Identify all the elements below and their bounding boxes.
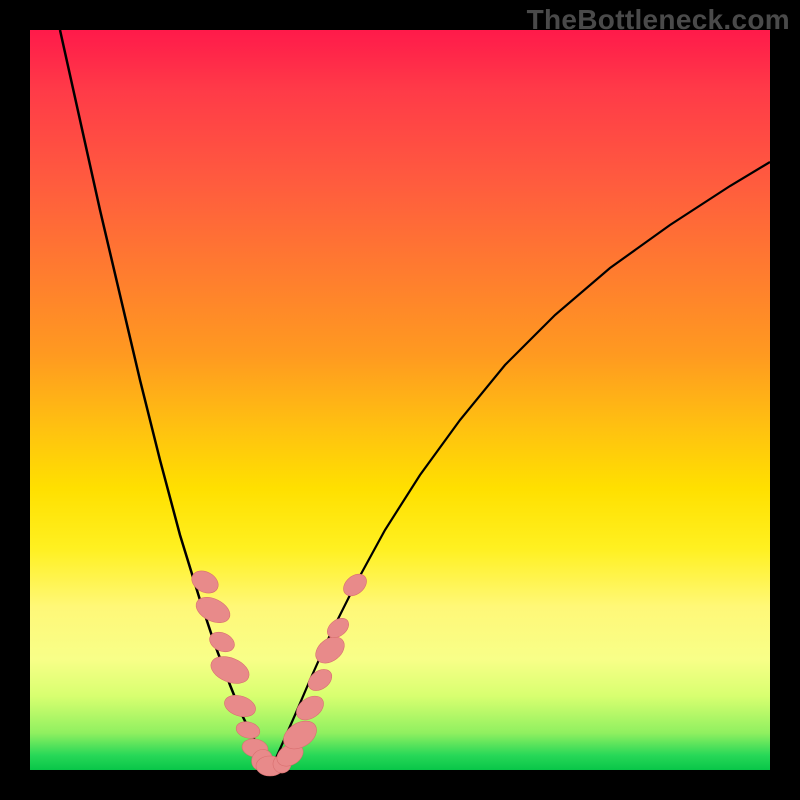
bead-marker xyxy=(292,691,328,725)
bead-marker xyxy=(234,719,261,740)
bead-marker xyxy=(222,692,259,721)
bead-group xyxy=(188,567,371,776)
chart-frame: TheBottleneck.com xyxy=(0,0,800,800)
bead-marker xyxy=(304,665,336,695)
right-curve xyxy=(270,162,770,768)
plot-area xyxy=(30,30,770,770)
watermark-text: TheBottleneck.com xyxy=(527,4,790,36)
bead-marker xyxy=(339,570,370,601)
curve-svg xyxy=(30,30,770,770)
bead-marker xyxy=(188,567,222,598)
left-curve xyxy=(60,30,270,768)
